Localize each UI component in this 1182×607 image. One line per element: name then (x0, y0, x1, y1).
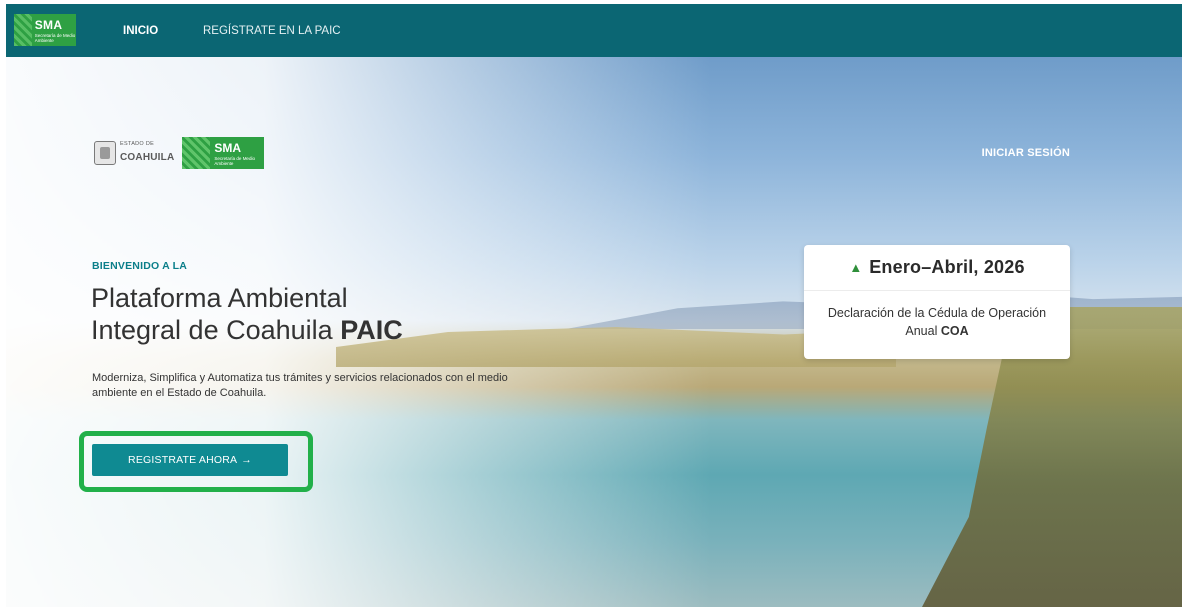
sma-logo-subtitle: Secretaría de Medio Ambiente (34, 33, 76, 43)
coahuila-seal-icon (94, 141, 116, 165)
register-now-label: REGISTRATE AHORA (128, 454, 238, 466)
hero-description: Moderniza, Simplifica y Automatiza tus t… (92, 372, 508, 399)
coahuila-logo-text: ESTADO DE COAHUILA (120, 142, 174, 164)
coahuila-logo-small: ESTADO DE (120, 141, 155, 148)
title-line-2: Integral de Coahuila (91, 315, 333, 345)
nav-inicio[interactable]: INICIO (123, 4, 158, 57)
sma-hero-logo-title: SMA (214, 141, 242, 155)
top-navbar: SMA Secretaría de Medio Ambiente INICIO … (6, 4, 1182, 57)
announcement-text: Declaración de la Cédula de Operación An… (827, 306, 1047, 338)
coahuila-logo-big: COAHUILA (120, 151, 175, 163)
sma-logo-pattern (14, 14, 32, 46)
announcement-period: Enero–Abril, 2026 (869, 257, 1025, 277)
bell-icon: ▲ (849, 260, 863, 275)
title-line-1: Plataforma Ambiental (91, 283, 348, 313)
login-link[interactable]: INICIAR SESIÓN (982, 147, 1070, 159)
page-title: Plataforma Ambiental Integral de Coahuil… (91, 282, 551, 346)
nav-registrate[interactable]: REGÍSTRATE EN LA PAIC (203, 4, 341, 57)
announcement-strong: COA (940, 324, 969, 338)
announcement-card: ▲ Enero–Abril, 2026 Declaración de la Cé… (804, 245, 1070, 359)
sma-hero-logo-text: SMA Secretaría de Medio Ambiente (210, 140, 264, 166)
title-strong: PAIC (340, 315, 403, 345)
sma-hero-logo: SMA Secretaría de Medio Ambiente (182, 137, 265, 169)
sma-logo-text: SMA Secretaría de Medio Ambiente (32, 17, 76, 43)
announcement-header: ▲ Enero–Abril, 2026 (804, 245, 1070, 291)
sma-logo[interactable]: SMA Secretaría de Medio Ambiente (14, 14, 76, 46)
state-logos: ESTADO DE COAHUILA SMA Secretaría de Med… (94, 137, 265, 169)
page-frame: SMA Secretaría de Medio Ambiente INICIO … (6, 4, 1182, 607)
arrow-right-icon: → (241, 454, 252, 466)
sma-hero-logo-subtitle: Secretaría de Medio Ambiente (214, 156, 255, 166)
register-now-button[interactable]: REGISTRATE AHORA → (92, 444, 288, 476)
sma-logo-title: SMA (34, 18, 63, 32)
sma-hero-logo-pattern (182, 137, 211, 169)
welcome-label: BIENVENIDO A LA (92, 260, 187, 272)
hero-section: ESTADO DE COAHUILA SMA Secretaría de Med… (6, 57, 1182, 607)
announcement-body: Declaración de la Cédula de Operación An… (804, 291, 1070, 340)
